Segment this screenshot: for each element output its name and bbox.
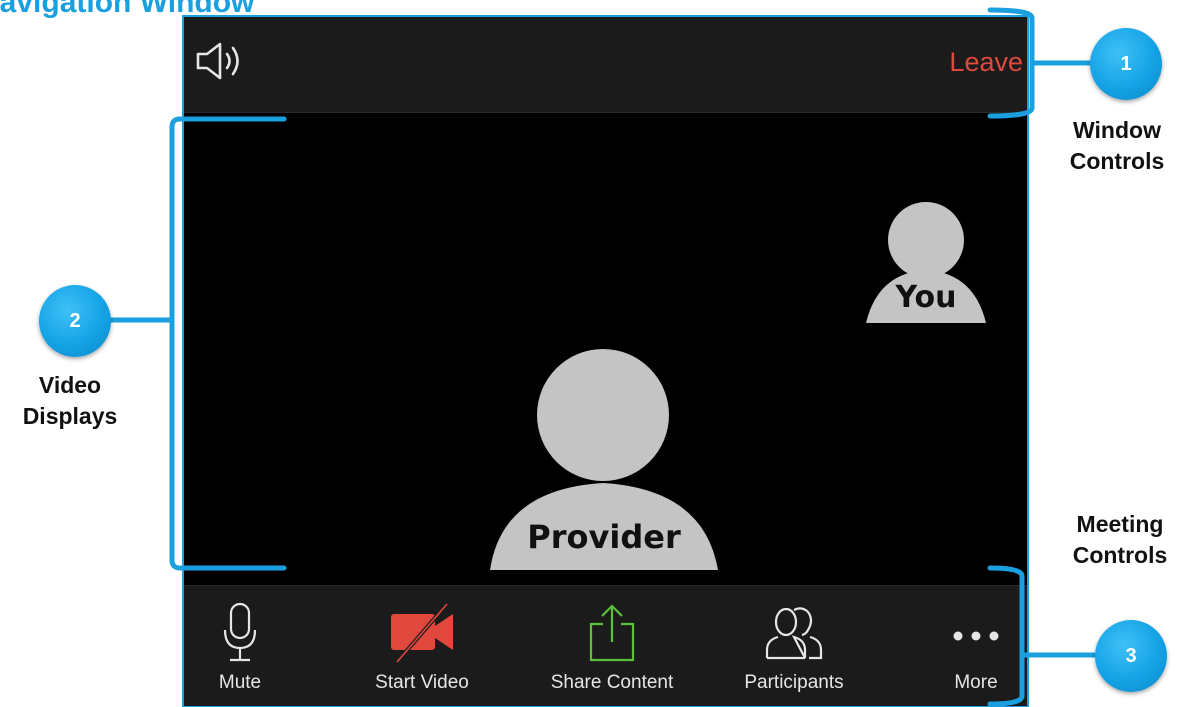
video-displays-annotation: Video Displays bbox=[5, 370, 135, 432]
annotation-badge-2: 2 bbox=[39, 285, 111, 357]
window-controls-annotation: Window Controls bbox=[1052, 115, 1182, 177]
video-displays-bracket bbox=[169, 116, 287, 571]
meeting-controls-annotation: Meeting Controls bbox=[1055, 509, 1185, 571]
video-displays-annotation-line1: Video bbox=[38, 372, 102, 398]
meeting-controls-bracket bbox=[987, 565, 1025, 706]
window-controls-bracket bbox=[987, 7, 1035, 119]
meeting-controls-annotation-line1: Meeting bbox=[1076, 511, 1164, 537]
annotation-brackets bbox=[102, 7, 1097, 706]
window-controls-annotation-line2: Controls bbox=[1069, 148, 1165, 174]
window-controls-annotation-line1: Window bbox=[1073, 117, 1161, 143]
video-displays-annotation-line2: Displays bbox=[22, 403, 118, 429]
meeting-controls-annotation-line2: Controls bbox=[1072, 542, 1168, 568]
annotation-badge-3: 3 bbox=[1095, 620, 1167, 692]
annotation-badge-1: 1 bbox=[1090, 28, 1162, 100]
